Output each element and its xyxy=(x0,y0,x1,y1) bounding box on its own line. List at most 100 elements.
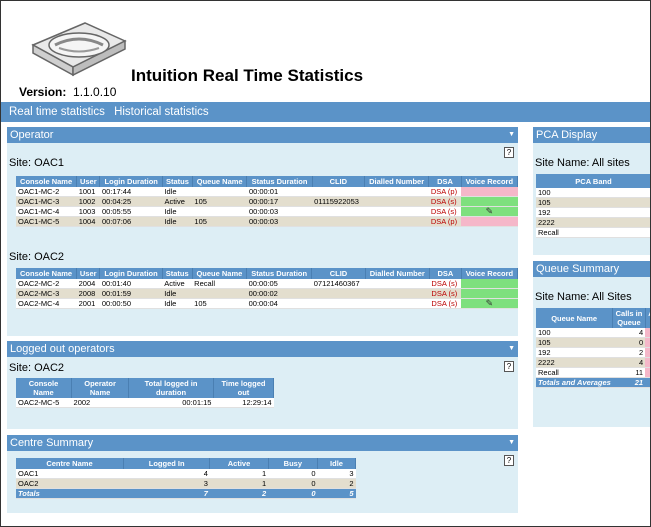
table-row[interactable]: 105 0 xyxy=(536,337,650,348)
table-row[interactable]: OAC1-MC-3 1002 00:04:25 Active 105 00:00:17 01… xyxy=(16,196,518,207)
column-header[interactable]: DSA xyxy=(429,268,462,279)
collapse-icon[interactable]: ▼ xyxy=(508,341,515,357)
table-row[interactable]: 192 2 xyxy=(536,347,650,358)
voice-record-cell[interactable]: ✎ xyxy=(461,206,518,217)
operator-panel-header[interactable]: Operator ▼ xyxy=(7,127,518,143)
total-cell: 5 xyxy=(317,488,356,499)
table-row[interactable]: 2222 xyxy=(536,217,650,228)
column-header[interactable]: Dialled Number xyxy=(365,268,430,279)
column-header[interactable]: Total logged in duration xyxy=(128,378,214,398)
cell-sdur: 00:00:17 xyxy=(246,196,313,207)
table-row[interactable]: OAC1-MC-4 1003 00:05:55 Idle 00:00:03 DSA (s)… xyxy=(16,206,518,217)
site-label-oac1: Site: OAC1 xyxy=(9,157,65,169)
cell-console: OAC2-MC-2 xyxy=(16,279,77,289)
pca-band-cell: 2222 xyxy=(536,217,650,228)
column-header[interactable]: Login Duration xyxy=(99,268,163,279)
voice-record-cell[interactable]: ✎ xyxy=(461,298,518,309)
table-row[interactable]: 100 xyxy=(536,188,650,198)
column-header[interactable]: CLID xyxy=(311,268,366,279)
voice-record-cell[interactable] xyxy=(461,187,518,197)
table-row[interactable]: Recall 11 xyxy=(536,367,650,378)
cell-sdur: 00:00:01 xyxy=(246,187,313,197)
column-header[interactable]: Operator Name xyxy=(71,378,130,398)
table-row[interactable]: OAC2-MC-4 2001 00:00:50 Idle 105 00:00:04 DSA … xyxy=(16,298,518,309)
centre-summary-header[interactable]: Centre Summary ▼ xyxy=(7,435,518,451)
column-header[interactable]: Queue Name xyxy=(192,176,248,187)
column-header[interactable]: Console Name xyxy=(16,176,78,187)
cell-status: Active xyxy=(162,196,193,207)
help-icon[interactable]: ? xyxy=(504,361,514,372)
table-row[interactable]: OAC1-MC-2 1001 00:17:44 Idle 00:00:01 DSA (p) xyxy=(16,187,518,197)
column-header[interactable]: Centre Name xyxy=(16,458,124,469)
column-header[interactable]: Status Duration xyxy=(246,176,313,187)
column-header[interactable]: Idle xyxy=(317,458,356,469)
cell-status: Idle xyxy=(162,216,193,227)
collapse-icon[interactable]: ▼ xyxy=(508,127,515,143)
table-cell: 3 xyxy=(123,478,210,489)
column-header[interactable]: Queue Name xyxy=(192,268,248,279)
cell-dialled xyxy=(364,187,429,197)
table-row[interactable]: OAC2-MC-2 2004 00:01:40 Active Recall 00:00:0… xyxy=(16,279,518,289)
table-row[interactable]: 105 xyxy=(536,197,650,208)
column-header[interactable]: Busy xyxy=(268,458,319,469)
calls-in-queue-cell: 2 xyxy=(612,347,646,358)
column-header[interactable]: Logged In xyxy=(123,458,211,469)
centre-summary-title: Centre Summary xyxy=(10,437,94,449)
table-cell: OAC2-MC-5 xyxy=(16,398,72,408)
operator-table-oac2: Console Name User Login Duration Status Queu… xyxy=(16,268,519,309)
table-row[interactable]: OAC2 3 1 0 2 xyxy=(16,478,356,489)
voice-record-cell[interactable] xyxy=(461,216,518,227)
table-row[interactable]: OAC1 4 1 0 3 xyxy=(16,469,356,479)
phone-icon[interactable]: ✎ xyxy=(486,206,494,216)
table-cell: 2 xyxy=(317,478,356,489)
voice-record-cell[interactable] xyxy=(461,196,518,207)
logged-out-panel: ? Site: OAC2 Console Name Operator Name To… xyxy=(7,357,518,429)
column-header[interactable]: Status Duration xyxy=(246,268,313,279)
column-header[interactable]: Status xyxy=(162,176,193,187)
column-header[interactable]: Console Name xyxy=(16,378,73,398)
column-header[interactable]: Calls in Queue xyxy=(612,308,646,328)
collapse-icon[interactable]: ▼ xyxy=(508,435,515,451)
table-row[interactable]: Recall xyxy=(536,227,650,238)
phone-icon[interactable]: ✎ xyxy=(486,298,494,308)
calls-in-queue-cell: 11 xyxy=(612,367,646,378)
pca-panel-header[interactable]: PCA Display xyxy=(533,127,650,143)
operator-panel: ? Site: OAC1 Console Name User Login Durat… xyxy=(7,143,519,336)
help-icon[interactable]: ? xyxy=(504,147,514,158)
table-cell: 4 xyxy=(123,469,210,479)
voice-record-cell[interactable] xyxy=(461,288,518,299)
column-header[interactable]: Voice Record xyxy=(461,268,519,279)
voice-record-cell[interactable] xyxy=(461,279,518,289)
table-row[interactable]: OAC2-MC-5 2002 00:01:15 12:29:14 xyxy=(16,398,274,408)
column-header[interactable]: Active xyxy=(209,458,269,469)
column-header[interactable]: Ans in xyxy=(645,308,650,328)
column-header[interactable]: User xyxy=(76,176,101,187)
table-row[interactable]: 2222 4 xyxy=(536,357,650,368)
nav-historical[interactable]: Historical statistics xyxy=(114,106,209,118)
calls-in-queue-cell: 0 xyxy=(612,337,646,348)
column-header[interactable]: Dialled Number xyxy=(364,176,430,187)
table-row[interactable]: 100 4 xyxy=(536,328,650,338)
column-header[interactable]: Console Name xyxy=(16,268,78,279)
queue-panel: Site Name: All Sites Queue Name Calls in … xyxy=(533,277,650,427)
column-header[interactable]: Queue Name xyxy=(536,308,614,328)
help-icon[interactable]: ? xyxy=(504,455,514,466)
table-row[interactable]: OAC2-MC-3 2008 00:01:59 Idle 00:00:02 DSA (s) xyxy=(16,288,518,299)
column-header[interactable]: Status xyxy=(162,268,193,279)
column-header[interactable]: DSA xyxy=(428,176,462,187)
table-cell: 3 xyxy=(317,469,356,479)
column-header[interactable]: Time logged out xyxy=(213,378,275,398)
nav-real-time[interactable]: Real time statistics xyxy=(9,106,105,118)
cell-user: 1002 xyxy=(76,196,100,207)
column-header[interactable]: Voice Record xyxy=(461,176,519,187)
logged-out-panel-header[interactable]: Logged out operators ▼ xyxy=(7,341,518,357)
logged-out-table: Console Name Operator Name Total logged in… xyxy=(16,378,275,408)
table-row[interactable]: OAC1-MC-5 1004 00:07:06 Idle 105 00:00:03 DSA … xyxy=(16,216,518,227)
column-header[interactable]: Login Duration xyxy=(99,176,163,187)
queue-name-cell: 100 xyxy=(536,328,613,338)
column-header[interactable]: CLID xyxy=(312,176,365,187)
queue-panel-header[interactable]: Queue Summary Report xyxy=(533,261,650,291)
column-header[interactable]: User xyxy=(76,268,101,279)
table-row[interactable]: 192 xyxy=(536,207,650,218)
site-label-oac2: Site: OAC2 xyxy=(9,251,65,263)
